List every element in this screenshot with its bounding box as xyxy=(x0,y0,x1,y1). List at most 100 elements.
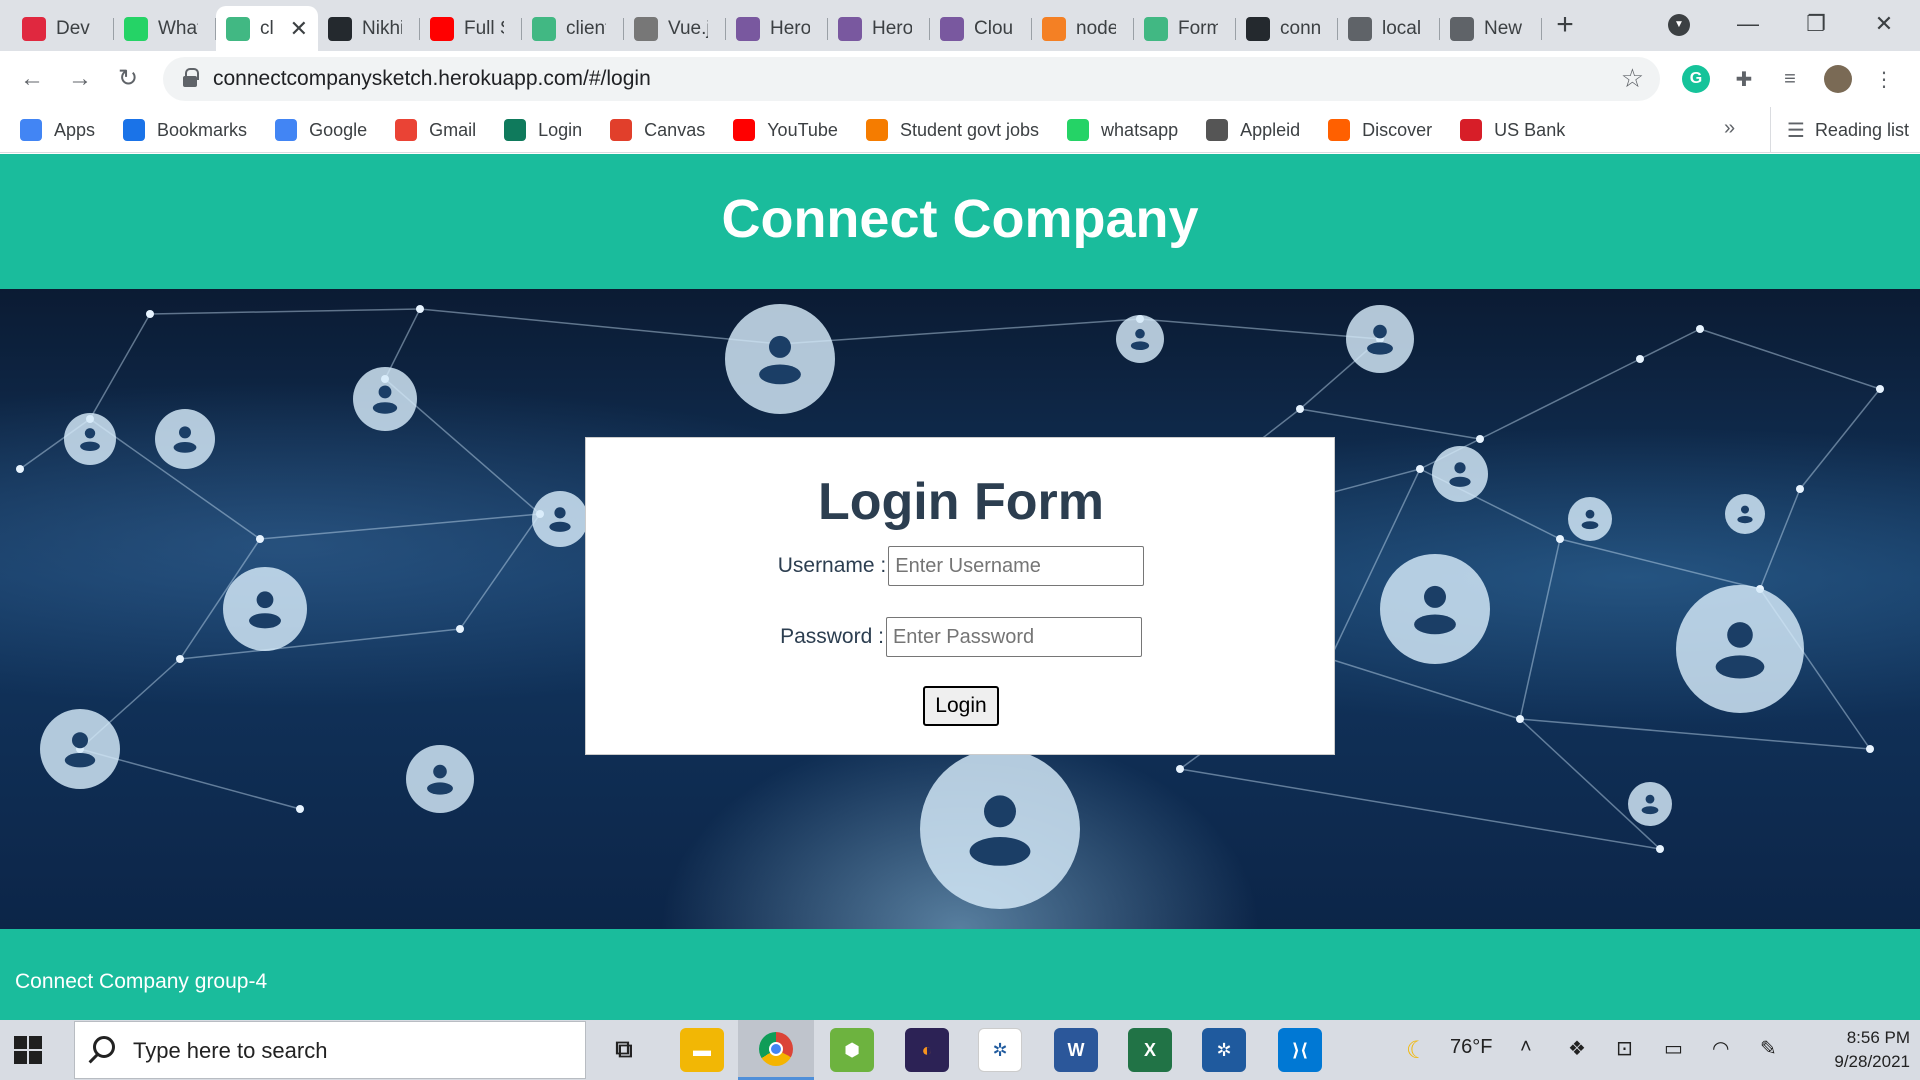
browser-tab[interactable]: conn xyxy=(1236,6,1338,51)
url-text[interactable]: connectcompanysketch.herokuapp.com/#/log… xyxy=(213,67,651,91)
network-link xyxy=(1299,408,1481,440)
browser-tab[interactable]: Hero xyxy=(828,6,930,51)
device-icon[interactable]: ⊡ xyxy=(1616,1036,1633,1061)
bookmark-item[interactable]: US Bank xyxy=(1460,119,1565,141)
whatsapp-icon xyxy=(124,16,148,41)
bookmark-item[interactable]: Google xyxy=(275,119,367,141)
cube-app-icon[interactable]: ⬢ xyxy=(830,1028,874,1072)
dev-icon xyxy=(22,16,46,41)
taskbar-clock[interactable]: 8:56 PM 9/28/2021 xyxy=(1810,1026,1910,1074)
browser-tab[interactable]: Clou xyxy=(930,6,1032,51)
clock-date: 9/28/2021 xyxy=(1834,1052,1910,1071)
bookmark-star-icon[interactable]: ☆ xyxy=(1621,63,1644,94)
media-controls-icon[interactable]: ≡ xyxy=(1776,65,1804,93)
browser-tab[interactable]: What xyxy=(114,6,216,51)
address-bar[interactable]: connectcompanysketch.herokuapp.com/#/log… xyxy=(163,57,1660,101)
dropbox-icon[interactable]: ❖ xyxy=(1568,1036,1586,1061)
username-row: Username : xyxy=(586,546,1336,586)
minimize-icon[interactable]: — xyxy=(1718,8,1778,40)
username-input[interactable] xyxy=(888,546,1145,586)
search-icon xyxy=(93,1036,115,1058)
tab-title: Vue.js xyxy=(668,17,708,39)
bookmark-label: US Bank xyxy=(1494,119,1566,140)
bookmark-item[interactable]: Gmail xyxy=(395,119,476,141)
person-head xyxy=(433,764,447,779)
browser-tab[interactable]: Vue.js xyxy=(624,6,726,51)
google-icon xyxy=(275,119,298,141)
weather-temperature[interactable]: 76°F xyxy=(1450,1036,1492,1059)
file-explorer-icon[interactable]: ▬ xyxy=(680,1028,724,1072)
browser-tab[interactable]: Nikhi xyxy=(318,6,420,51)
reading-list-button[interactable]: ☰ Reading list xyxy=(1770,107,1909,153)
browser-toolbar: ← → ↻ connectcompanysketch.herokuapp.com… xyxy=(0,51,1920,107)
bookmark-item[interactable]: Apps xyxy=(20,119,95,141)
bookmark-item[interactable]: Login xyxy=(504,119,582,141)
reload-icon[interactable]: ↻ xyxy=(112,63,144,95)
browser-tab[interactable]: New xyxy=(1440,6,1542,51)
bookmark-item[interactable]: whatsapp xyxy=(1067,119,1178,141)
browser-tab[interactable]: Dev F xyxy=(12,6,114,51)
person-head xyxy=(179,426,191,439)
user-bubble-icon xyxy=(1725,494,1765,534)
github-icon xyxy=(328,16,352,41)
user-bubble-icon xyxy=(1568,497,1612,541)
close-window-icon[interactable]: ✕ xyxy=(1854,8,1914,40)
restore-icon[interactable]: ❐ xyxy=(1786,8,1846,40)
tab-search-icon[interactable]: ▼ xyxy=(1668,14,1690,36)
close-tab-icon[interactable]: ✕ xyxy=(290,16,308,42)
moon-weather-icon[interactable]: ☾ xyxy=(1406,1036,1428,1065)
person-body xyxy=(80,441,100,451)
forward-icon[interactable]: → xyxy=(64,63,96,95)
chrome-taskbar-icon[interactable] xyxy=(738,1020,814,1080)
hero-network-background: Login Form Username : Password : Login xyxy=(0,289,1920,929)
browser-tab[interactable]: cl ✕ xyxy=(216,6,318,51)
network-node xyxy=(146,310,154,318)
bookmark-item[interactable]: Bookmarks xyxy=(123,119,247,141)
user-bubble-icon xyxy=(223,567,307,651)
browser-tab[interactable]: Hero xyxy=(726,6,828,51)
vscode-icon[interactable]: ⟩⟨ xyxy=(1278,1028,1322,1072)
browser-tab[interactable]: local xyxy=(1338,6,1440,51)
network-node xyxy=(1796,485,1804,493)
snipping-tool-icon[interactable]: ✲ xyxy=(978,1028,1022,1072)
user-bubble-icon xyxy=(725,304,835,414)
more-bookmarks-icon[interactable]: » xyxy=(1724,117,1735,140)
bookmark-item[interactable]: Discover xyxy=(1328,119,1432,141)
chevron-up-icon[interactable]: ˄ xyxy=(1520,1036,1532,1059)
browser-tab[interactable]: client xyxy=(522,6,624,51)
taskbar-search-box[interactable]: Type here to search xyxy=(74,1021,586,1079)
network-link xyxy=(779,318,1141,345)
bookmark-item[interactable]: YouTube xyxy=(733,119,838,141)
login-button[interactable]: Login xyxy=(923,686,999,726)
browser-tab[interactable]: Form xyxy=(1134,6,1236,51)
windows-taskbar: Type here to search ⧉ ▬ ⬢ ◐ ✲ W X ✲ ⟩⟨ ☾… xyxy=(0,1020,1920,1080)
battery-icon[interactable]: ▭ xyxy=(1664,1036,1683,1061)
wifi-icon[interactable]: ◠ xyxy=(1712,1036,1729,1061)
profile-avatar[interactable] xyxy=(1824,65,1852,93)
bookmark-item[interactable]: Canvas xyxy=(610,119,705,141)
windows-start-icon[interactable] xyxy=(14,1036,42,1064)
back-icon[interactable]: ← xyxy=(16,63,48,95)
browser-tab[interactable]: Full S xyxy=(420,6,522,51)
eclipse-icon[interactable]: ◐ xyxy=(905,1028,949,1072)
browser-tab[interactable]: node xyxy=(1032,6,1134,51)
vue-icon xyxy=(1144,16,1168,41)
person-body xyxy=(549,521,571,532)
network-link xyxy=(1519,718,1871,750)
grammarly-icon[interactable]: G xyxy=(1682,65,1710,93)
excel-icon[interactable]: X xyxy=(1128,1028,1172,1072)
pen-icon[interactable]: ✎ xyxy=(1760,1036,1777,1061)
word-icon[interactable]: W xyxy=(1054,1028,1098,1072)
network-link xyxy=(89,313,151,420)
network-link xyxy=(179,628,461,660)
bookmark-item[interactable]: Appleid xyxy=(1206,119,1300,141)
extensions-puzzle-icon[interactable]: ✚ xyxy=(1730,65,1758,93)
tableau-icon[interactable]: ✲ xyxy=(1202,1028,1246,1072)
lock-icon[interactable] xyxy=(183,68,199,88)
password-input[interactable] xyxy=(885,617,1142,657)
new-tab-button[interactable]: + xyxy=(1550,9,1580,41)
menu-kebab-icon[interactable]: ⋮ xyxy=(1870,65,1898,93)
bookmark-item[interactable]: Student govt jobs xyxy=(865,119,1039,141)
task-view-icon[interactable]: ⧉ xyxy=(602,1028,646,1072)
login-form-title: Login Form xyxy=(818,473,1104,531)
